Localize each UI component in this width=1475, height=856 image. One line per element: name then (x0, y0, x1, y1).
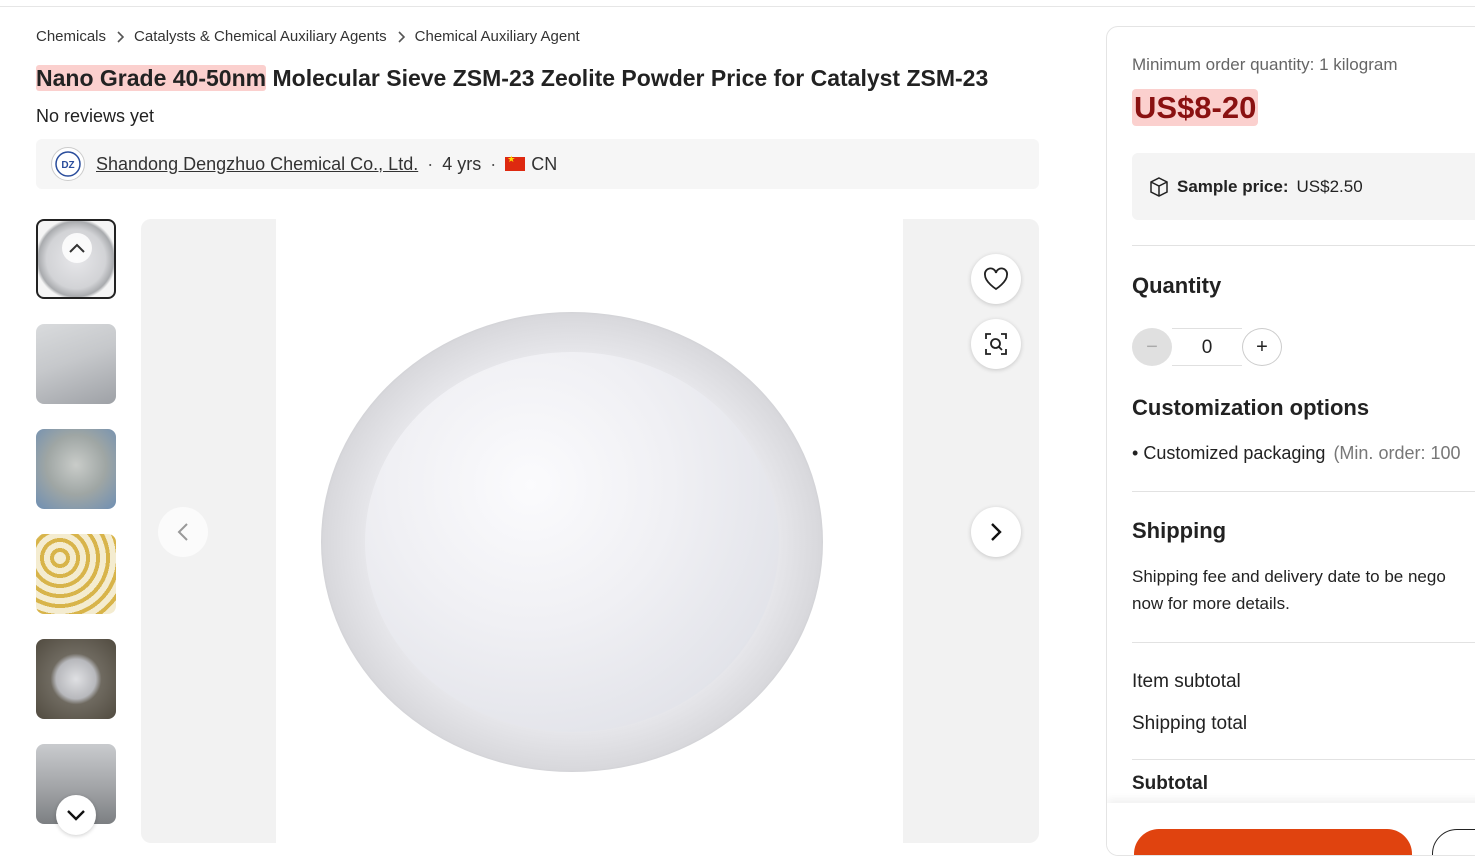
breadcrumb-catalysts[interactable]: Catalysts & Chemical Auxiliary Agents (134, 28, 387, 45)
main-product-image (276, 219, 903, 843)
customization-option: • Customized packaging (Min. order: 100 (1132, 443, 1461, 464)
petri-dish-image (321, 312, 823, 772)
divider (1132, 642, 1475, 643)
supplier-logo: DZ (51, 147, 85, 181)
main-image-gallery (141, 219, 1039, 843)
previous-image-button[interactable] (158, 507, 208, 557)
shipping-info-line: Shipping fee and delivery date to be neg… (1132, 567, 1446, 586)
order-action-bar (1107, 803, 1475, 855)
reviews-status: No reviews yet (36, 106, 155, 126)
order-panel: Minimum order quantity: 1 kilogram US$8-… (1106, 26, 1475, 856)
shipping-total-label: Shipping total (1132, 713, 1248, 734)
divider (1132, 759, 1475, 760)
breadcrumb: Chemicals Catalysts & Chemical Auxiliary… (36, 28, 580, 45)
bullet: • (1132, 443, 1139, 463)
customization-heading: Customization options (1132, 395, 1370, 420)
powder-image (365, 352, 779, 732)
minimum-order-quantity: Minimum order quantity: 1 kilogram (1132, 55, 1398, 74)
price-range: US$8-20 (1132, 89, 1259, 126)
product-title: Nano Grade 40-50nm Molecular Sieve ZSM-2… (36, 62, 1036, 94)
package-icon (1150, 176, 1168, 197)
shipping-info: Shipping fee and delivery date to be neg… (1132, 563, 1475, 617)
thumbnail-4[interactable] (36, 534, 116, 614)
title-rest: Molecular Sieve ZSM-23 Zeolite Powder Pr… (266, 65, 989, 91)
customization-min-order: (Min. order: 100 (1333, 443, 1461, 463)
sample-price-value: US$2.50 (1296, 176, 1363, 196)
visual-search-button[interactable] (971, 319, 1021, 369)
thumbnail-list (36, 219, 116, 849)
chevron-down-icon[interactable] (56, 795, 96, 835)
chevron-up-icon[interactable] (62, 233, 92, 263)
item-subtotal-label: Item subtotal (1132, 671, 1241, 692)
sample-price-box: Sample price: US$2.50 (1132, 153, 1475, 220)
divider (1132, 491, 1475, 492)
sample-price-label: Sample price: (1177, 176, 1289, 196)
supplier-bar: DZ Shandong Dengzhuo Chemical Co., Ltd. … (36, 139, 1039, 189)
chevron-right-icon (991, 523, 1002, 541)
quantity-decrease-button[interactable]: − (1132, 328, 1172, 366)
breadcrumb-chemicals[interactable]: Chemicals (36, 28, 106, 45)
top-divider (0, 6, 1475, 7)
thumbnail-5[interactable] (36, 639, 116, 719)
china-flag-icon (505, 154, 526, 171)
customization-option-label: Customized packaging (1143, 443, 1326, 463)
chevron-left-icon (177, 523, 188, 541)
quantity-heading: Quantity (1132, 273, 1222, 298)
thumbnail-2[interactable] (36, 324, 116, 404)
supplier-years: 4 yrs (442, 153, 482, 174)
next-image-button[interactable] (971, 507, 1021, 557)
quantity-increase-button[interactable]: + (1242, 328, 1282, 366)
heart-icon (984, 267, 1008, 291)
title-highlight: Nano Grade 40-50nm (36, 65, 267, 91)
image-search-icon (985, 333, 1007, 355)
supplier-country: CN (531, 153, 558, 174)
quantity-stepper: − 0 + (1132, 328, 1282, 366)
divider (1132, 245, 1475, 246)
favorite-button[interactable] (971, 254, 1021, 304)
shipping-info-line: now for more details. (1132, 594, 1290, 613)
separator-dot: · (427, 153, 434, 174)
breadcrumb-auxiliary-agent[interactable]: Chemical Auxiliary Agent (415, 28, 580, 45)
chevron-right-icon (116, 30, 125, 43)
thumbnail-3[interactable] (36, 429, 116, 509)
quantity-input[interactable]: 0 (1172, 328, 1242, 366)
separator-dot: · (490, 153, 497, 174)
subtotal-label: Subtotal (1132, 773, 1208, 794)
supplier-logo-text: DZ (61, 160, 74, 171)
thumbnail-1[interactable] (36, 219, 116, 299)
chevron-right-icon (397, 30, 405, 43)
supplier-name-link[interactable]: Shandong Dengzhuo Chemical Co., Ltd. (96, 154, 418, 175)
shipping-heading: Shipping (1132, 518, 1227, 543)
